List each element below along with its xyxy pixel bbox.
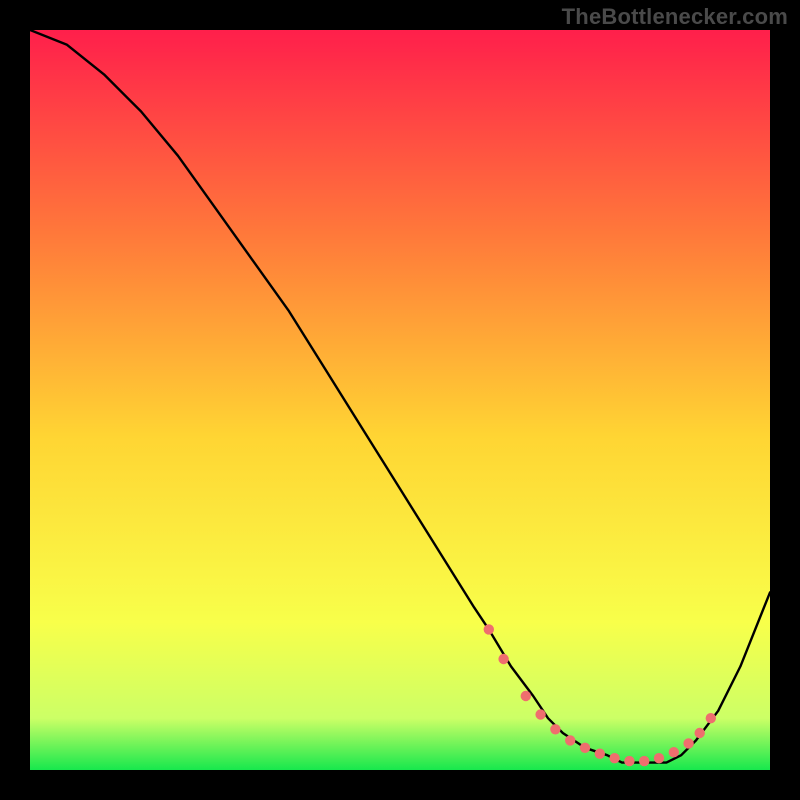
curve-dot xyxy=(550,724,560,734)
curve-dot xyxy=(639,756,649,766)
plot-area xyxy=(30,30,770,770)
watermark-text: TheBottlenecker.com xyxy=(562,4,788,30)
curve-dot xyxy=(624,756,634,766)
curve-dot xyxy=(484,624,494,634)
curve-dot xyxy=(498,654,508,664)
curve-dot xyxy=(580,743,590,753)
curve-dot xyxy=(609,753,619,763)
chart-svg xyxy=(30,30,770,770)
curve-dot xyxy=(706,713,716,723)
curve-dot xyxy=(521,691,531,701)
curve-dot xyxy=(654,753,664,763)
curve-dot xyxy=(595,749,605,759)
gradient-background xyxy=(30,30,770,770)
chart-frame: TheBottlenecker.com xyxy=(0,0,800,800)
curve-dot xyxy=(535,709,545,719)
curve-dot xyxy=(695,728,705,738)
curve-dot xyxy=(669,747,679,757)
curve-dot xyxy=(683,738,693,748)
curve-dot xyxy=(565,735,575,745)
